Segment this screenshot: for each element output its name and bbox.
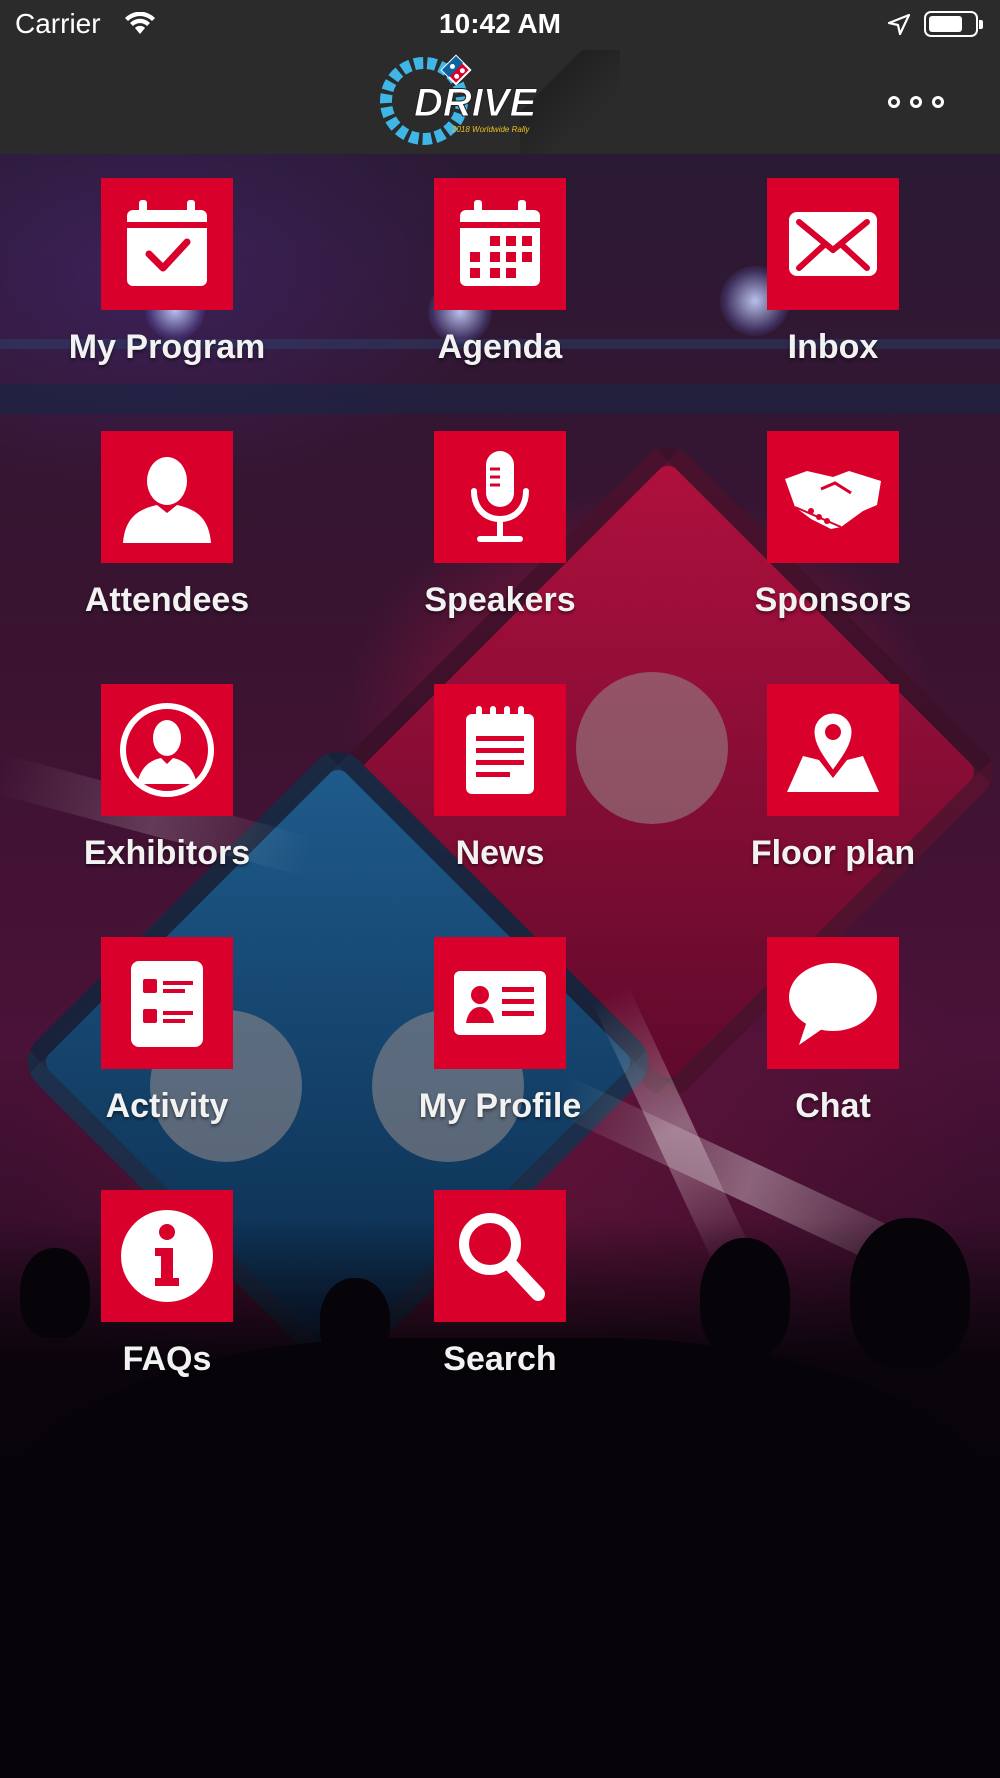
menu-tile-icon-box (101, 1190, 233, 1322)
more-button[interactable] (888, 90, 964, 114)
crowd-silhouette (850, 1218, 970, 1368)
menu-tile-activity[interactable]: Activity (42, 913, 292, 1143)
logo-subtitle: 2018 Worldwide Rally (451, 125, 530, 134)
crowd-silhouette (700, 1238, 790, 1358)
menu-tile-label: Speakers (424, 581, 576, 619)
menu-tile-label: Floor plan (750, 834, 916, 872)
menu-tile-news[interactable]: News (375, 660, 625, 890)
status-bar: Carrier 10:42 AM (0, 0, 1000, 50)
menu-tile-my-profile[interactable]: My Profile (375, 913, 625, 1143)
envelope-icon (789, 212, 877, 276)
more-dot (910, 96, 922, 108)
menu-tile-label: Attendees (84, 581, 250, 619)
menu-tile-icon-box (101, 684, 233, 816)
speech-bubble-icon (789, 963, 877, 1045)
menu-tile-icon-box (767, 937, 899, 1069)
handshake-icon (785, 471, 881, 529)
menu-tile-icon-box (434, 937, 566, 1069)
person-icon (123, 457, 211, 543)
battery-level (929, 16, 962, 32)
menu-tile-label: My Program (68, 328, 266, 366)
menu-tile-label: Chat (795, 1087, 871, 1125)
menu-tile-icon-box (767, 178, 899, 310)
menu-tile-chat[interactable]: Chat (708, 913, 958, 1143)
menu-tile-icon-box (767, 431, 899, 563)
menu-tile-label: Sponsors (754, 581, 912, 619)
menu-tile-icon-box (101, 937, 233, 1069)
magnifier-icon (459, 1213, 545, 1301)
notepad-icon (466, 706, 534, 794)
menu-tile-attendees[interactable]: Attendees (42, 407, 292, 637)
logo-text: DRIVE (414, 81, 538, 125)
battery-nub (979, 20, 983, 29)
menu-tile-my-program[interactable]: My Program (42, 154, 292, 384)
menu-tile-floor-plan[interactable]: Floor plan (708, 660, 958, 890)
menu-tile-search[interactable]: Search (375, 1166, 625, 1396)
menu-tile-icon-box (767, 684, 899, 816)
menu-tile-label: FAQs (122, 1340, 212, 1378)
checklist-icon (131, 961, 203, 1047)
menu-tile-icon-box (434, 684, 566, 816)
crowd-silhouette (0, 1338, 1000, 1778)
menu-tile-speakers[interactable]: Speakers (375, 407, 625, 637)
microphone-icon (471, 451, 529, 542)
menu-tile-label: Activity (105, 1087, 229, 1125)
person-circle-icon (120, 703, 214, 797)
menu-tile-exhibitors[interactable]: Exhibitors (42, 660, 292, 890)
clock: 10:42 AM (439, 8, 561, 39)
menu-tile-inbox[interactable]: Inbox (708, 154, 958, 384)
menu-tile-icon-box (101, 431, 233, 563)
menu-tile-sponsors[interactable]: Sponsors (708, 407, 958, 637)
menu-tile-label: Search (443, 1340, 557, 1378)
menu-tile-label: Agenda (437, 328, 563, 366)
location-arrow-icon (887, 13, 911, 36)
id-card-icon (454, 971, 546, 1035)
calendar-grid-icon (460, 200, 540, 286)
info-icon (121, 1210, 213, 1302)
menu-tile-label: News (455, 834, 545, 872)
more-dot (888, 96, 900, 108)
menu-tile-icon-box (434, 178, 566, 310)
menu-tile-faqs[interactable]: FAQs (42, 1166, 292, 1396)
menu-tile-label: Inbox (787, 328, 879, 366)
drive-logo: DRIVE 2018 Worldwide Rally (380, 54, 538, 145)
menu-tile-label: Exhibitors (83, 834, 251, 872)
menu-tile-icon-box (434, 1190, 566, 1322)
map-pin-icon (787, 710, 879, 792)
menu-tile-label: My Profile (418, 1087, 582, 1125)
menu-tile-icon-box (434, 431, 566, 563)
menu-tile-icon-box (101, 178, 233, 310)
calendar-check-icon (127, 200, 207, 286)
menu-tile-agenda[interactable]: Agenda (375, 154, 625, 384)
battery-icon (924, 11, 983, 37)
more-dot (932, 96, 944, 108)
